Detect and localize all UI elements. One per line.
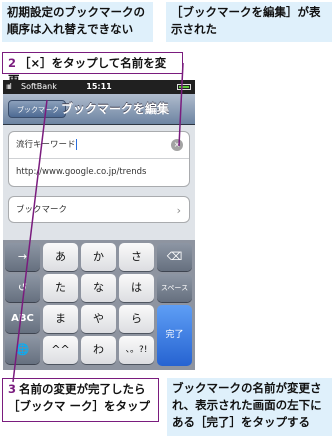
bookmark-name-value: 流行キーワード [16, 140, 76, 150]
bookmark-name-field[interactable]: 流行キーワード × [9, 132, 189, 159]
bookmark-url-field[interactable]: http://www.google.co.jp/trends [9, 159, 189, 186]
space-key[interactable]: スペース [157, 274, 192, 302]
key-modifier[interactable]: ^^ [43, 336, 78, 364]
caption-bottom-right: ブックマークの名前が変更され、表示された画面の左下にある［完了］をタップする [167, 378, 332, 436]
key-ra[interactable]: ら [119, 305, 154, 333]
step-2-number: 2 [8, 56, 17, 70]
clear-icon[interactable]: × [171, 139, 183, 151]
step-2-callout: 2［×］をタップして名前を変更 [2, 52, 183, 87]
key-ha[interactable]: は [119, 274, 154, 302]
key-punctuation[interactable]: 、。?! [119, 336, 154, 364]
key-ya[interactable]: や [81, 305, 116, 333]
abc-key[interactable]: ABC [5, 305, 40, 333]
step-3-text: 名前の変更が完了したら［ブックマ ーク］をタップ [8, 382, 151, 413]
caption-top-right: ［ブックマークを編集］が表示された [166, 2, 332, 42]
key-sa[interactable]: さ [119, 243, 154, 271]
bookmark-fields-group: 流行キーワード × http://www.google.co.jp/trends [8, 131, 190, 187]
globe-icon[interactable]: 🌐 [5, 336, 40, 364]
next-candidate-key[interactable]: → [5, 243, 40, 271]
key-na[interactable]: な [81, 274, 116, 302]
text-cursor [75, 139, 77, 150]
back-button-bookmarks[interactable]: ブックマーク [8, 100, 66, 118]
status-bar: ıııl SoftBank 15:11 [3, 80, 195, 94]
folder-label: ブックマーク [16, 205, 68, 215]
delete-key[interactable]: ⌫ [157, 243, 192, 271]
done-key[interactable]: 完了 [157, 305, 192, 366]
step-3-callout: 3 名前の変更が完了したら［ブックマ ーク］をタップ [2, 378, 159, 422]
key-wa[interactable]: わ [81, 336, 116, 364]
key-ta[interactable]: た [43, 274, 78, 302]
caption-top-left: 初期設定のブックマークの順序は入れ替えできない [2, 2, 153, 42]
step-3-number: 3 [8, 382, 17, 396]
bookmark-url-value: http://www.google.co.jp/trends [16, 167, 147, 177]
battery-icon [177, 84, 191, 90]
navigation-bar: ブックマーク ブックマークを編集 [3, 94, 195, 125]
folder-group: ブックマーク › [8, 196, 190, 223]
chevron-right-icon: › [176, 204, 181, 217]
folder-select-row[interactable]: ブックマーク › [9, 197, 189, 224]
key-ma[interactable]: ま [43, 305, 78, 333]
kana-keyboard: → あ か さ ⌫ ↺ た な は スペース ABC ま や ら 完了 🌐 ^^… [3, 240, 195, 370]
page-title: ブックマークを編集 [61, 102, 170, 116]
clock: 15:11 [86, 82, 112, 91]
undo-key[interactable]: ↺ [5, 274, 40, 302]
key-a[interactable]: あ [43, 243, 78, 271]
phone-screen: ıııl SoftBank 15:11 ブックマーク ブックマークを編集 流行キ… [3, 80, 195, 370]
key-ka[interactable]: か [81, 243, 116, 271]
